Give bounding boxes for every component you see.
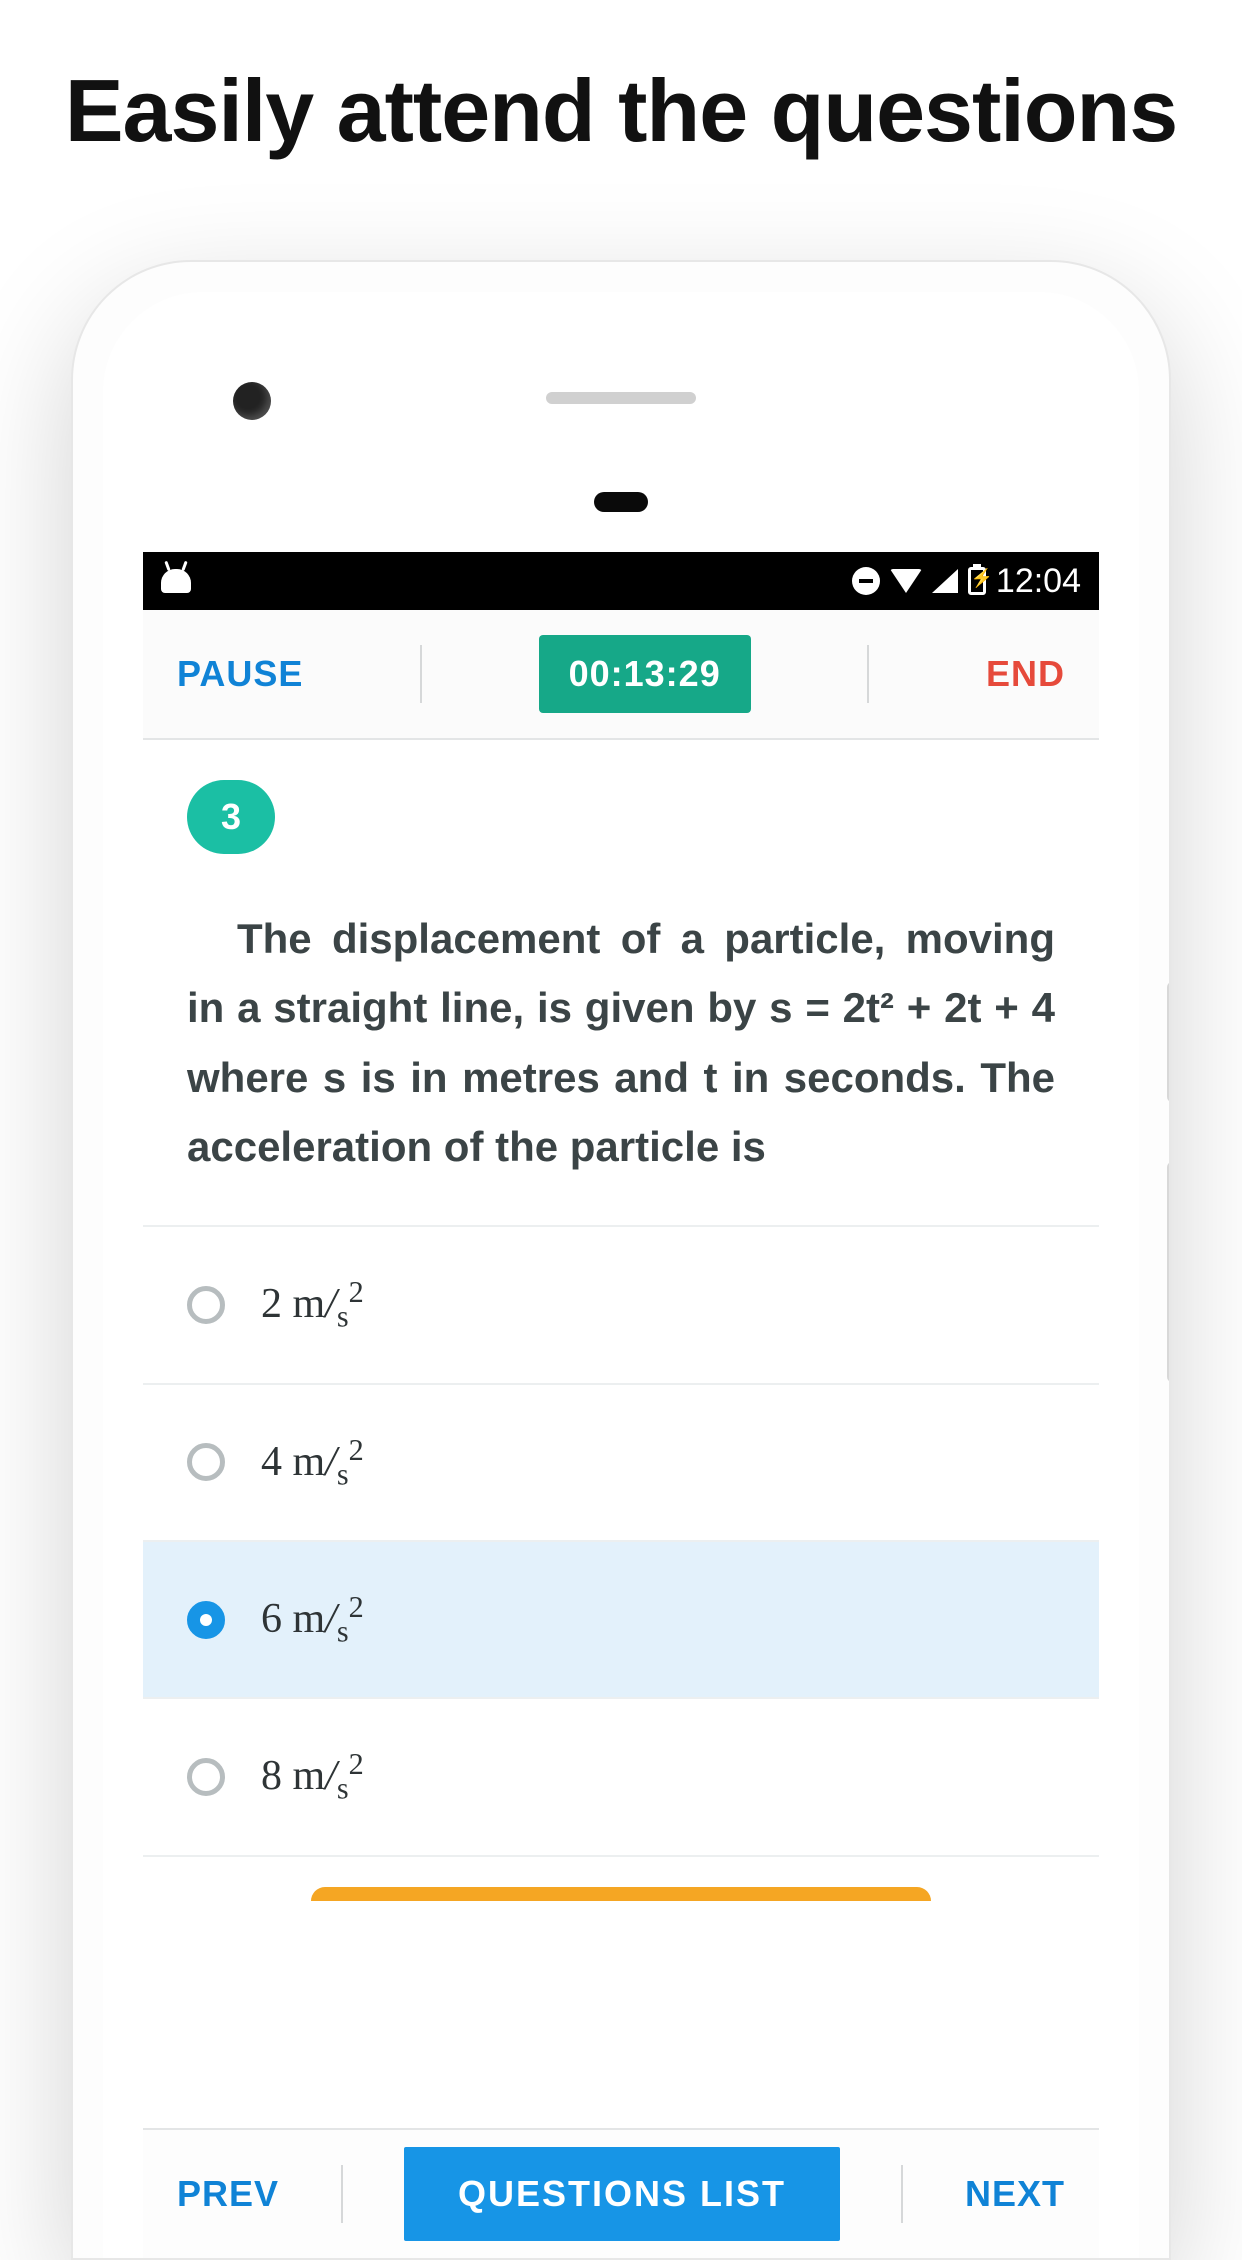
hint-pill [311,1887,931,1901]
radio-icon [187,1601,225,1639]
pause-button[interactable]: PAUSE [177,653,303,695]
next-button[interactable]: NEXT [965,2173,1065,2215]
end-button[interactable]: END [986,653,1065,695]
statusbar-time: 12:04 [996,562,1081,601]
android-icon [161,569,191,593]
radio-icon [187,1758,225,1796]
divider [867,645,869,703]
radio-icon [187,1286,225,1324]
phone-camera [233,382,271,420]
exam-topbar: PAUSE 00:13:29 END [143,610,1099,740]
question-content: 3 The displacement of a particle, moving… [143,740,1099,2128]
app-screen: 12:04 PAUSE 00:13:29 END 3 The displacem… [143,552,1099,2258]
prev-button[interactable]: PREV [177,2173,279,2215]
wifi-icon [890,569,922,593]
android-statusbar: 12:04 [143,552,1099,610]
battery-charging-icon [968,567,986,595]
divider [420,645,422,703]
divider [901,2165,903,2223]
option-label: 6 m/s2 [261,1590,364,1649]
divider [341,2165,343,2223]
option-row[interactable]: 2 m/s2 [143,1227,1099,1384]
do-not-disturb-icon [852,567,880,595]
option-label: 2 m/s2 [261,1275,364,1334]
question-text: The displacement of a particle, moving i… [143,854,1099,1225]
phone-side-button [1167,1162,1171,1382]
option-row[interactable]: 8 m/s2 [143,1699,1099,1856]
option-row[interactable]: 4 m/s2 [143,1385,1099,1542]
phone-side-button [1167,982,1171,1102]
questions-list-button[interactable]: QUESTIONS LIST [404,2147,840,2241]
option-label: 8 m/s2 [261,1747,364,1806]
promo-headline: Easily attend the questions [0,60,1242,162]
cell-signal-icon [932,569,958,593]
exam-bottombar: PREV QUESTIONS LIST NEXT [143,2128,1099,2258]
phone-sensor [594,492,648,512]
phone-mockup: 12:04 PAUSE 00:13:29 END 3 The displacem… [71,260,1171,2260]
options-list: 2 m/s2 4 m/s2 6 m/s2 8 m/s2 [143,1225,1099,1857]
question-number-badge: 3 [187,780,275,854]
option-label: 4 m/s2 [261,1433,364,1492]
option-row[interactable]: 6 m/s2 [143,1542,1099,1699]
phone-speaker [546,392,696,404]
radio-icon [187,1443,225,1481]
timer-display: 00:13:29 [539,635,751,713]
